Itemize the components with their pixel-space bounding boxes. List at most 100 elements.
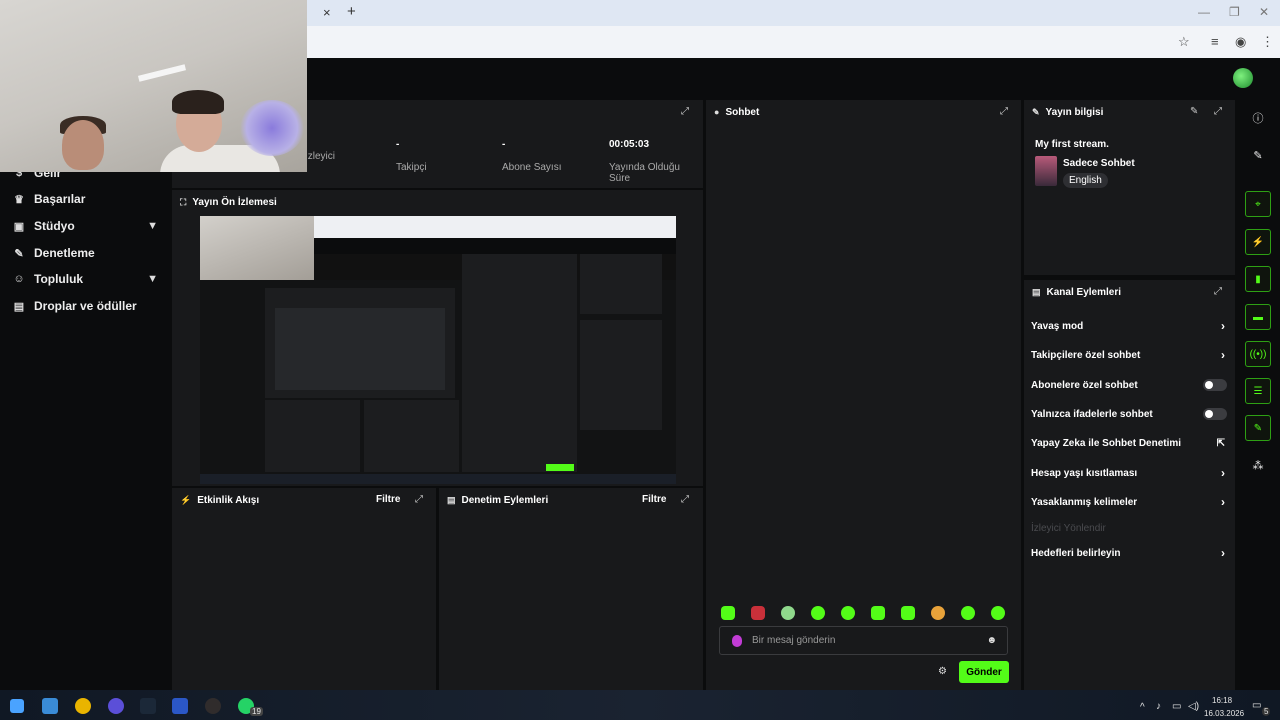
wrench-icon: ✎	[14, 247, 24, 260]
emote-icon[interactable]	[811, 606, 825, 620]
emote-icon[interactable]	[961, 606, 975, 620]
tray-chevron-icon[interactable]: ^	[1140, 702, 1145, 713]
stat-uptime: 00:05:03 Yayında Olduğu Süre	[609, 139, 680, 184]
stream-title: My first stream.	[1035, 139, 1109, 150]
clock-time[interactable]: 16:18	[1212, 696, 1232, 705]
bolt-icon: ⚡	[180, 494, 192, 505]
webcam-overlay	[0, 0, 307, 172]
clock-date[interactable]: 16.03.2026	[1204, 709, 1244, 718]
emote-icon[interactable]	[991, 606, 1005, 620]
sidebar-item-community[interactable]: ☺ Topluluk ▼	[12, 269, 162, 289]
action-set-goals[interactable]: Hedefleri belirleyin ›	[1031, 545, 1229, 561]
gear-icon[interactable]: ⚙	[938, 666, 947, 677]
profile-icon[interactable]: ◉	[1235, 34, 1246, 50]
panel-title: Etkinlik Akışı	[197, 494, 260, 506]
actions-icon: ▤	[1032, 286, 1041, 297]
layout-icon[interactable]: ☰	[1245, 378, 1271, 404]
action-ai-moderation[interactable]: Yapay Zeka ile Sohbet Denetimi ⇱	[1031, 435, 1229, 451]
panel-title: Sohbet	[725, 106, 760, 118]
document-icon[interactable]: ▮	[1245, 266, 1271, 292]
chevron-right-icon: ›	[1221, 348, 1225, 362]
chrome-icon[interactable]	[75, 698, 91, 714]
expand-icon[interactable]: ⤢	[1000, 106, 1008, 117]
send-button[interactable]: Gönder	[959, 661, 1009, 683]
emote-icon[interactable]	[781, 606, 795, 620]
log-icon: ▤	[447, 494, 456, 505]
notification-icon[interactable]: ▭	[1252, 700, 1261, 711]
chevron-down-icon: ▼	[147, 273, 158, 285]
trophy-icon: ♛	[14, 193, 24, 206]
sidebar-item-studio[interactable]: ▣ Stüdyo ▼	[12, 216, 162, 236]
action-banned-words[interactable]: Yasaklanmış kelimeler ›	[1031, 494, 1229, 510]
new-tab-button[interactable]: +	[347, 3, 356, 20]
expand-icon[interactable]: ⤢	[681, 106, 689, 117]
activity-feed-panel: ⚡ Etkinlik Akışı Filtre ⤢	[172, 488, 436, 690]
expand-icon[interactable]: ⤢	[1214, 286, 1222, 297]
filter-button[interactable]: Filtre	[376, 494, 400, 505]
mic-tray-icon[interactable]: ♪	[1156, 701, 1161, 712]
chat-icon: ●	[714, 107, 720, 117]
windows-taskbar	[0, 690, 1280, 720]
app-icon[interactable]	[108, 698, 124, 714]
bolt-icon[interactable]: ⚡	[1245, 229, 1271, 255]
focus-icon[interactable]: ⌖	[1245, 191, 1271, 217]
edit-icon[interactable]: ✎	[1190, 106, 1198, 117]
restore-button[interactable]: ❐	[1229, 5, 1240, 19]
editor-icon[interactable]	[172, 698, 188, 714]
emoji-icon[interactable]: ☻	[986, 635, 997, 646]
emote-icon[interactable]	[871, 606, 885, 620]
sidebar-item-achievements[interactable]: ♛ Başarılar	[12, 189, 162, 209]
edit-icon[interactable]: ✎	[1250, 147, 1266, 163]
sidebar-item-label: Topluluk	[34, 272, 84, 286]
explorer-icon[interactable]	[42, 698, 58, 714]
user-avatar[interactable]	[1233, 68, 1253, 88]
start-icon[interactable]	[10, 699, 24, 713]
chat-icon[interactable]: ▬	[1245, 304, 1271, 330]
emote-icon[interactable]	[751, 606, 765, 620]
obs-icon[interactable]	[205, 698, 221, 714]
chevron-right-icon: ›	[1221, 319, 1225, 333]
chevron-down-icon: ▼	[147, 220, 158, 232]
emote-icon[interactable]	[841, 606, 855, 620]
chat-message-input[interactable]: Bir mesaj gönderin ☻	[719, 626, 1008, 655]
bookmark-star-icon[interactable]: ☆	[1178, 34, 1190, 50]
action-account-age[interactable]: Hesap yaşı kısıtlaması ›	[1031, 465, 1229, 481]
stream-preview-video[interactable]	[200, 216, 676, 484]
sidebar-item-moderation[interactable]: ✎ Denetleme	[12, 243, 162, 263]
minimize-button[interactable]: —	[1198, 5, 1210, 19]
close-tab-button[interactable]: ×	[323, 5, 331, 20]
network-icon[interactable]: ▭	[1172, 701, 1181, 712]
gift-icon: ▤	[13, 300, 25, 313]
panel-title: Kanal Eylemleri	[1046, 286, 1121, 298]
broadcast-icon[interactable]: ((•))	[1245, 341, 1271, 367]
expand-icon[interactable]: ⤢	[681, 494, 689, 505]
action-followers-only[interactable]: Takipçilere özel sohbet ›	[1031, 347, 1229, 363]
language-tag: English	[1063, 173, 1108, 188]
media-control-icon[interactable]: ≡	[1211, 34, 1219, 49]
sidebar-item-drops[interactable]: ▤ Droplar ve ödüller	[12, 296, 162, 316]
expand-icon[interactable]: ⤢	[1214, 106, 1222, 117]
category-thumbnail	[1035, 156, 1057, 186]
menu-dots-icon[interactable]: ⋮	[1261, 34, 1274, 50]
studio-icon: ▣	[13, 220, 25, 233]
emote-icon[interactable]	[721, 606, 735, 620]
emotes-only-toggle[interactable]	[1203, 408, 1227, 420]
action-slow-mode[interactable]: Yavaş mod ›	[1031, 318, 1229, 334]
emote-icon[interactable]	[901, 606, 915, 620]
info-icon[interactable]: ⓘ	[1250, 110, 1266, 126]
sidebar-item-label: Stüdyo	[34, 219, 75, 233]
subscribers-only-toggle[interactable]	[1203, 379, 1227, 391]
wrench-icon[interactable]: ✎	[1245, 415, 1271, 441]
steam-icon[interactable]	[140, 698, 156, 714]
stream-info-panel: ✎ Yayın bilgisi ✎ ⤢ My first stream. Sade…	[1024, 100, 1235, 275]
speaker-icon[interactable]: ◁)	[1188, 701, 1199, 712]
expand-icon[interactable]: ⤢	[415, 494, 423, 505]
sidebar-item-label: Denetleme	[34, 246, 95, 260]
pencil-icon: ✎	[1032, 106, 1040, 117]
window-close-button[interactable]: ✕	[1259, 5, 1269, 19]
notification-badge: 19	[250, 707, 263, 716]
microphone-icon[interactable]	[732, 634, 742, 647]
add-widget-icon[interactable]: ⁂	[1250, 457, 1266, 473]
filter-button[interactable]: Filtre	[642, 494, 666, 505]
emote-icon[interactable]	[931, 606, 945, 620]
